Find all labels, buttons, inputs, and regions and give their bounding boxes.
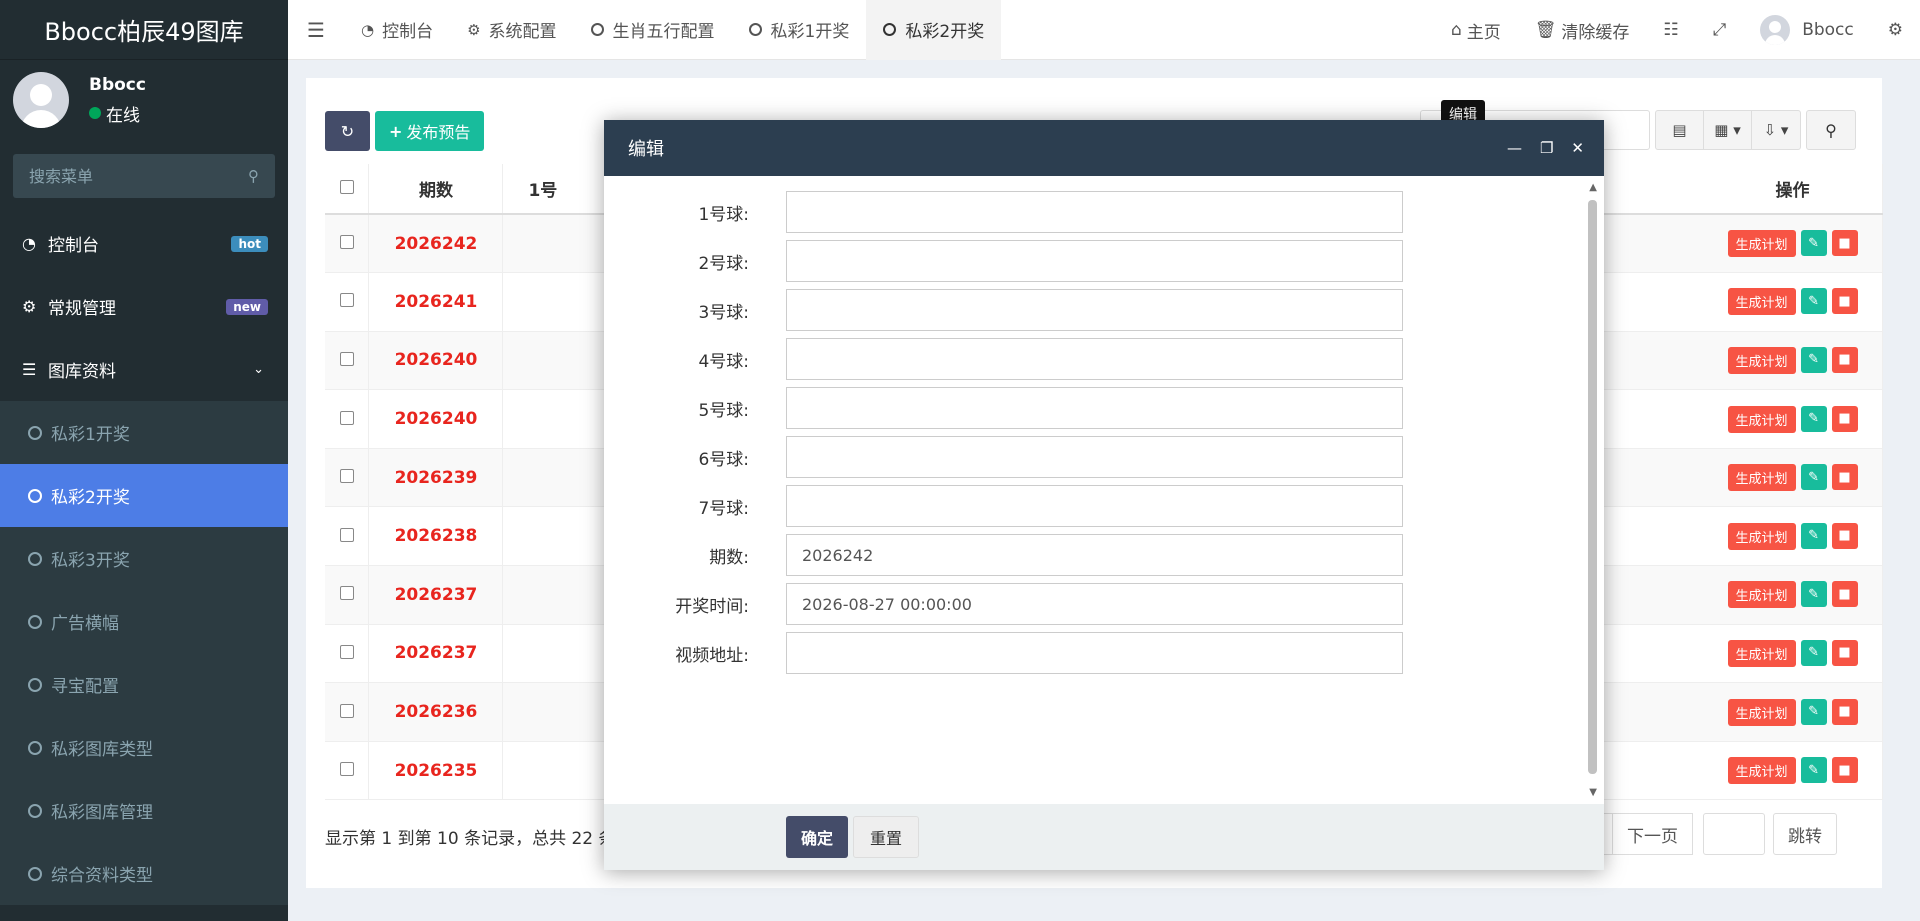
form-label: 开奖时间: [675,596,749,617]
form-input-8[interactable] [786,583,1403,625]
edit-modal: 编辑 — ❐ ✕ ▲ ▼ 1号球: 2号球: 3号球: 4号球: 5号球: 6号球: 7号球… [604,120,1604,870]
modal-controls: — ❐ ✕ [1507,120,1584,176]
form-row: 1号球: [604,191,1604,233]
modal-header[interactable]: 编辑 — ❐ ✕ [604,120,1604,176]
form-row: 2号球: [604,240,1604,282]
maximize-icon[interactable]: ❐ [1540,139,1553,157]
form-row: 7号球: [604,485,1604,527]
form-input-4[interactable] [786,387,1403,429]
close-icon[interactable]: ✕ [1571,139,1584,157]
scroll-down-icon[interactable]: ▼ [1589,787,1597,798]
form-row: 4号球: [604,338,1604,380]
form-input-0[interactable] [786,191,1403,233]
form-input-7[interactable] [786,534,1403,576]
form-input-2[interactable] [786,289,1403,331]
form-row: 3号球: [604,289,1604,331]
reset-button[interactable]: 重置 [853,816,920,858]
confirm-button[interactable]: 确定 [786,816,849,858]
form-input-5[interactable] [786,436,1403,478]
form-row: 6号球: [604,436,1604,478]
form-input-6[interactable] [786,485,1403,527]
form-label: 视频地址: [675,645,749,666]
form-label: 1号球: [698,204,749,225]
form-row: 5号球: [604,387,1604,429]
form-row: 期数: [604,534,1604,576]
modal-footer: 确定 重置 [604,804,1604,870]
modal-body: ▲ ▼ 1号球:2号球:3号球:4号球:5号球:6号球:7号球:期数:开奖时间:… [604,176,1604,804]
form-label: 5号球: [698,400,749,421]
form-label: 2号球: [698,253,749,274]
form-input-9[interactable] [786,632,1403,674]
form-label: 6号球: [698,449,749,470]
modal-title: 编辑 [628,139,664,160]
form-label: 3号球: [698,302,749,323]
form-label: 期数: [709,547,749,568]
form-label: 4号球: [698,351,749,372]
form-input-3[interactable] [786,338,1403,380]
form-row: 开奖时间: [604,583,1604,625]
form-input-1[interactable] [786,240,1403,282]
minimize-icon[interactable]: — [1507,139,1522,157]
form-label: 7号球: [698,498,749,519]
form-row: 视频地址: [604,632,1604,674]
